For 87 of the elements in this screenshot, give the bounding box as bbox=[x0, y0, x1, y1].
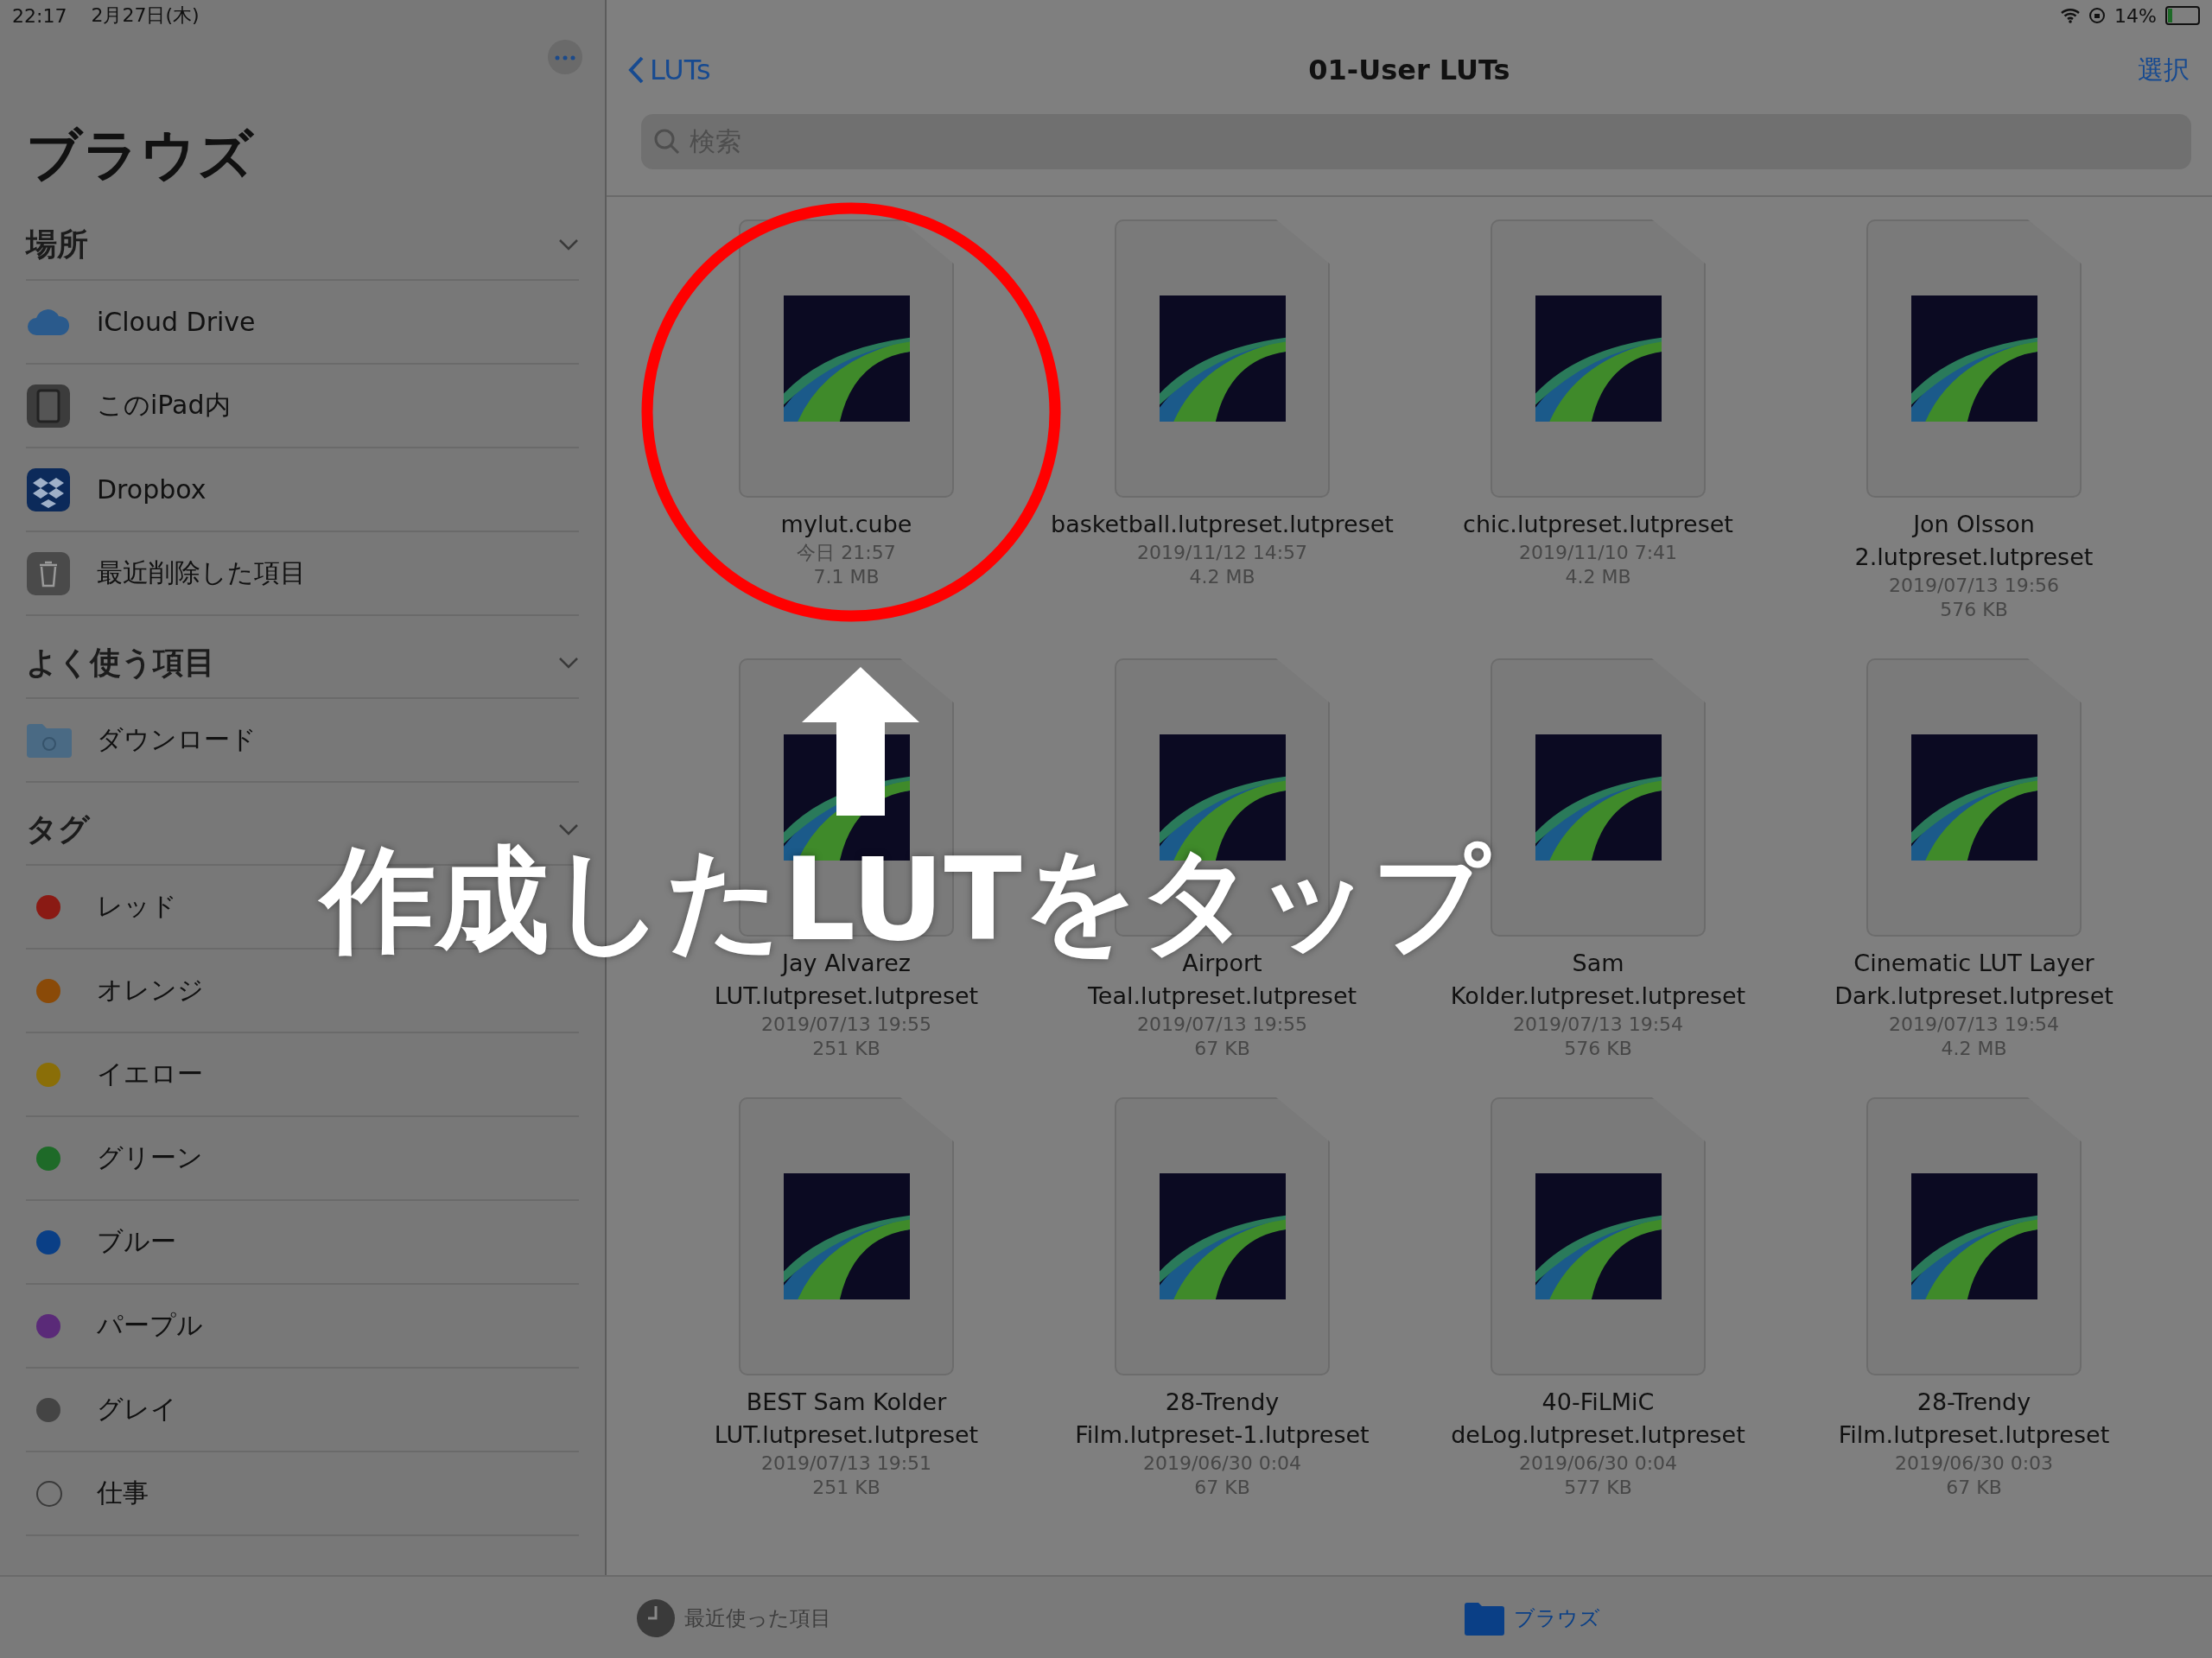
file-size: 67 KB bbox=[1194, 1037, 1250, 1061]
file-size: 576 KB bbox=[1564, 1037, 1632, 1061]
trash-icon bbox=[26, 550, 71, 596]
file-name[interactable]: Cinematic LUT Layer Dark.lutpreset.lutpreset bbox=[1834, 947, 2113, 1013]
file-date: 2019/07/13 19:54 bbox=[1888, 1013, 2060, 1037]
file-name[interactable]: 28-Trendy Film.lutpreset.lutpreset bbox=[1838, 1386, 2110, 1452]
file-thumbnail[interactable] bbox=[1491, 658, 1706, 937]
chevron-left-icon bbox=[627, 55, 645, 85]
file-date: 2019/06/30 0:03 bbox=[1894, 1452, 2054, 1476]
file-size: 4.2 MB bbox=[1941, 1037, 2007, 1061]
section-title: 場所 bbox=[26, 225, 88, 264]
file-name[interactable]: Jon Olsson 2.lutpreset.lutpreset bbox=[1854, 508, 2094, 574]
file-name[interactable]: 40-FiLMiC deLog.lutpreset.lutpreset bbox=[1451, 1386, 1745, 1452]
cloud-icon bbox=[26, 307, 71, 337]
file-size: 577 KB bbox=[1564, 1476, 1632, 1500]
file-size: 251 KB bbox=[812, 1037, 880, 1061]
file-name[interactable]: 28-Trendy Film.lutpreset-1.lutpreset bbox=[1075, 1386, 1370, 1452]
sidebar-item[interactable]: ダウンロード bbox=[97, 722, 257, 758]
wifi-icon bbox=[2061, 8, 2081, 23]
sidebar-item[interactable]: オレンジ bbox=[97, 973, 204, 1008]
file-date: 2019/06/30 0:04 bbox=[1518, 1452, 1678, 1476]
file-thumbnail[interactable] bbox=[739, 219, 954, 498]
file-date: 2019/06/30 0:04 bbox=[1142, 1452, 1302, 1476]
file-size: 7.1 MB bbox=[813, 565, 880, 589]
select-button[interactable]: 選択 bbox=[2138, 52, 2190, 88]
file-name[interactable]: mylut.cube bbox=[780, 508, 912, 541]
folder-icon bbox=[26, 722, 73, 758]
tab[interactable]: ブラウズ bbox=[1459, 1600, 1605, 1636]
tablet-icon bbox=[26, 383, 71, 429]
sidebar-item[interactable]: グレイ bbox=[97, 1392, 177, 1427]
file-thumbnail[interactable] bbox=[1115, 1097, 1330, 1375]
battery-percent: 14% bbox=[2114, 4, 2157, 27]
file-size: 251 KB bbox=[812, 1476, 880, 1500]
ellipsis-icon bbox=[555, 55, 575, 60]
section-title: よく使う項目 bbox=[26, 643, 215, 682]
file-thumbnail[interactable] bbox=[1866, 1097, 2082, 1375]
chevron-icon[interactable] bbox=[558, 657, 579, 669]
file-thumbnail[interactable] bbox=[1491, 219, 1706, 498]
sidebar-item[interactable]: Dropbox bbox=[97, 474, 207, 505]
sidebar-item[interactable]: レッド bbox=[97, 889, 177, 924]
lock-rotation-icon bbox=[2088, 7, 2107, 24]
folder-icon bbox=[1464, 1601, 1505, 1636]
tag-ring bbox=[36, 1480, 62, 1507]
file-date: 2019/07/13 19:51 bbox=[760, 1452, 932, 1476]
chevron-icon[interactable] bbox=[558, 238, 579, 251]
file-name[interactable]: BEST Sam Kolder LUT.lutpreset.lutpreset bbox=[714, 1386, 979, 1452]
sidebar-item[interactable]: このiPad内 bbox=[97, 388, 231, 423]
file-date: 2019/11/10 7:41 bbox=[1518, 541, 1678, 565]
search-icon bbox=[653, 128, 681, 156]
file-date: 2019/07/13 19:56 bbox=[1888, 574, 2060, 598]
file-thumbnail[interactable] bbox=[739, 1097, 954, 1375]
file-name[interactable]: chic.lutpreset.lutpreset bbox=[1463, 508, 1733, 541]
sidebar-item[interactable]: イエロー bbox=[97, 1057, 203, 1092]
file-size: 4.2 MB bbox=[1189, 565, 1255, 589]
tab[interactable]: 最近使った項目 bbox=[631, 1598, 836, 1639]
file-name[interactable]: basketball.lutpreset.lutpreset bbox=[1051, 508, 1394, 541]
sidebar-item[interactable]: グリーン bbox=[97, 1140, 203, 1176]
file-size: 4.2 MB bbox=[1565, 565, 1631, 589]
sidebar-item[interactable]: ブルー bbox=[97, 1224, 176, 1260]
file-thumbnail[interactable] bbox=[1491, 1097, 1706, 1375]
file-thumbnail[interactable] bbox=[1115, 219, 1330, 498]
folder-title: 01-User LUTs bbox=[1308, 54, 1510, 86]
file-date: 2019/11/12 14:57 bbox=[1136, 541, 1308, 565]
status-time: 22:17 bbox=[12, 4, 67, 27]
sidebar-item[interactable]: 最近削除した項目 bbox=[97, 556, 306, 591]
file-size: 67 KB bbox=[1946, 1476, 2002, 1500]
file-date: 2019/07/13 19:55 bbox=[1136, 1013, 1308, 1037]
file-thumbnail[interactable] bbox=[1866, 658, 2082, 937]
file-thumbnail[interactable] bbox=[1866, 219, 2082, 498]
file-name[interactable]: Sam Kolder.lutpreset.lutpreset bbox=[1450, 947, 1746, 1013]
dropbox-icon bbox=[26, 467, 71, 512]
status-date: 2月27日(木) bbox=[91, 3, 200, 28]
sidebar-item[interactable]: パープル bbox=[97, 1308, 203, 1344]
file-date: 2019/07/13 19:55 bbox=[760, 1013, 932, 1037]
up-arrow-icon bbox=[800, 665, 921, 817]
chevron-icon[interactable] bbox=[558, 823, 579, 835]
sidebar-item[interactable]: 仕事 bbox=[97, 1476, 149, 1511]
file-size: 576 KB bbox=[1940, 598, 2008, 622]
sidebar-item[interactable]: iCloud Drive bbox=[97, 307, 256, 337]
sidebar-title: ブラウズ bbox=[26, 122, 255, 188]
file-date: 今日 21:57 bbox=[797, 541, 896, 565]
back-button[interactable]: LUTs bbox=[627, 54, 711, 86]
file-date: 2019/07/13 19:54 bbox=[1512, 1013, 1684, 1037]
file-size: 67 KB bbox=[1194, 1476, 1250, 1500]
section-title: タグ bbox=[26, 810, 90, 848]
clock-icon bbox=[636, 1598, 676, 1638]
battery-icon bbox=[2165, 6, 2200, 25]
